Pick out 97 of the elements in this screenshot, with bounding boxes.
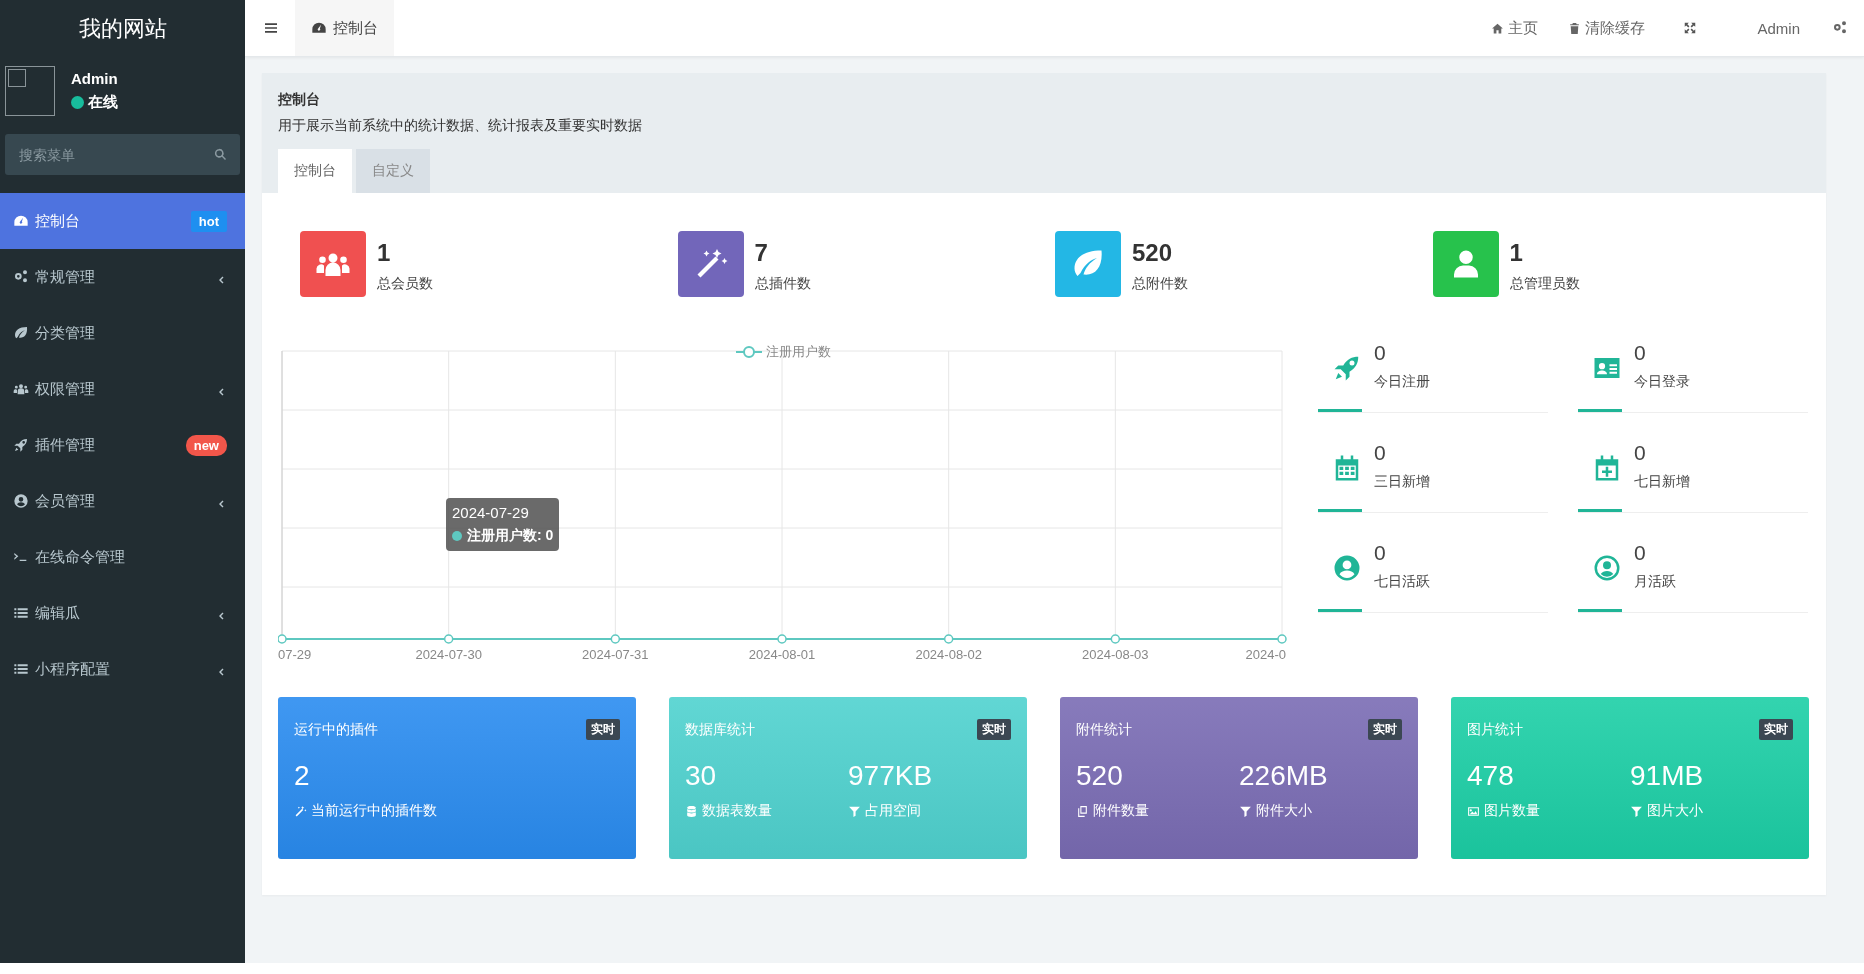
page-tab[interactable]: 控制台 — [295, 0, 394, 56]
card-title: 图片统计 — [1467, 720, 1523, 739]
realtime-badge: 实时 — [1759, 719, 1793, 740]
leaf-icon — [13, 325, 29, 341]
metric-value: 2 — [294, 760, 311, 792]
filter-icon — [1630, 804, 1643, 818]
filter-icon — [1239, 804, 1252, 818]
stat-label: 总管理员数 — [1509, 275, 1580, 293]
metric-label: 图片大小 — [1647, 802, 1703, 820]
axis-label: 07-29 — [278, 647, 312, 662]
panel-title: 控制台 — [278, 91, 321, 109]
stat-value: 520 — [1132, 239, 1174, 267]
metric-value: 520 — [1076, 760, 1124, 792]
stat-value: 0 — [1374, 541, 1387, 565]
list-icon — [13, 605, 29, 621]
menu-item[interactable]: 分类管理 — [0, 305, 245, 361]
axis-label: 2024-07-30 — [415, 647, 482, 662]
menu-item[interactable]: 会员管理 — [0, 473, 245, 529]
menu-item[interactable]: 小程序配置 — [0, 641, 245, 697]
stat-label: 总插件数 — [754, 275, 811, 293]
metric-value: 977KB — [848, 760, 934, 792]
axis-label: 2024-0 — [1245, 647, 1286, 662]
metric-label: 数据表数量 — [702, 802, 772, 820]
realtime-badge: 实时 — [977, 719, 1011, 740]
search-field[interactable]: 搜索菜单 — [5, 134, 240, 175]
series-dot — [452, 531, 462, 541]
menu-item[interactable]: 常规管理 — [0, 249, 245, 305]
card-title: 运行中的插件 — [294, 720, 378, 739]
stat-label: 七日新增 — [1634, 473, 1690, 491]
stat-label: 总会员数 — [377, 275, 433, 293]
metric-label: 当前运行中的插件数 — [311, 802, 437, 820]
menu-badge: new — [185, 434, 227, 456]
menu-item[interactable]: 控制台 hot — [0, 193, 245, 249]
home-icon — [1491, 21, 1505, 35]
stat-label: 总附件数 — [1132, 275, 1188, 293]
menu-item[interactable]: 在线命令管理 — [0, 529, 245, 585]
stat-value: 0 — [1634, 541, 1647, 565]
menu-item[interactable]: 权限管理 — [0, 361, 245, 417]
metric-label: 图片数量 — [1484, 802, 1540, 820]
header-link[interactable]: 清除缓存 — [1568, 18, 1646, 38]
metric-value: 226MB — [1239, 760, 1329, 792]
user-menu[interactable]: Admin — [1757, 19, 1800, 37]
search-icon[interactable] — [213, 147, 228, 162]
realtime-badge: 实时 — [1368, 719, 1402, 740]
card-title: 数据库统计 — [685, 720, 755, 739]
menu-item[interactable]: 编辑瓜 — [0, 585, 245, 641]
stat-value: 1 — [377, 239, 392, 267]
stat-label: 今日登录 — [1634, 373, 1690, 391]
stat-value: 1 — [1509, 239, 1524, 267]
users-icon — [13, 381, 29, 397]
legend-label: 注册用户数 — [766, 343, 831, 361]
database-icon — [685, 804, 698, 818]
metric-label: 占用空间 — [865, 802, 921, 820]
stat-value: 0 — [1634, 441, 1647, 465]
tooltip-date: 2024-07-29 — [452, 504, 530, 521]
metric-value: 478 — [1467, 760, 1515, 792]
image-icon — [1467, 804, 1480, 818]
card-title: 附件统计 — [1076, 720, 1132, 739]
user-status: 在线 — [88, 93, 118, 112]
menu-icon[interactable] — [263, 20, 279, 36]
stat-value: 7 — [754, 239, 769, 267]
axis-label: 2024-08-01 — [748, 647, 816, 662]
header-link[interactable]: 主页 — [1491, 18, 1539, 38]
legend-line-icon — [736, 345, 762, 359]
menu-badge: hot — [190, 210, 227, 232]
stat-value: 0 — [1634, 341, 1647, 365]
stat-value: 0 — [1374, 441, 1387, 465]
realtime-badge: 实时 — [586, 719, 620, 740]
stat-label: 今日注册 — [1374, 373, 1430, 391]
tooltip-value: 注册用户数: 0 — [467, 527, 554, 545]
fullscreen-icon[interactable] — [1683, 21, 1698, 35]
axis-label: 2024-08-03 — [1082, 647, 1149, 662]
stat-value: 0 — [1374, 341, 1387, 365]
axis-label: 2024-07-31 — [582, 647, 649, 662]
copy-icon — [1076, 804, 1089, 818]
metric-value: 91MB — [1630, 760, 1705, 792]
gauge-icon — [311, 20, 327, 36]
rocket-icon — [13, 437, 29, 453]
gauge-icon — [13, 213, 29, 229]
metric-label: 附件数量 — [1093, 802, 1149, 820]
settings-icon[interactable] — [1832, 20, 1848, 36]
user-name: Admin — [71, 70, 118, 87]
filter-icon — [848, 804, 861, 818]
panel-description: 用于展示当前系统中的统计数据、统计报表及重要实时数据 — [278, 117, 643, 135]
tab[interactable]: 控制台 — [278, 149, 352, 193]
metric-value: 30 — [685, 760, 718, 792]
avatar-frame — [5, 66, 55, 116]
magic-wand-icon — [294, 804, 307, 818]
metric-label: 附件大小 — [1256, 802, 1312, 820]
axis-label: 2024-08-02 — [915, 647, 982, 662]
trash-icon — [1568, 21, 1582, 35]
stat-label: 月活跃 — [1634, 573, 1676, 591]
menu-item[interactable]: 插件管理 new — [0, 417, 245, 473]
stat-label: 七日活跃 — [1374, 573, 1430, 591]
list-icon — [13, 661, 29, 677]
stat-label: 三日新增 — [1374, 473, 1430, 491]
gears-icon — [13, 269, 29, 285]
